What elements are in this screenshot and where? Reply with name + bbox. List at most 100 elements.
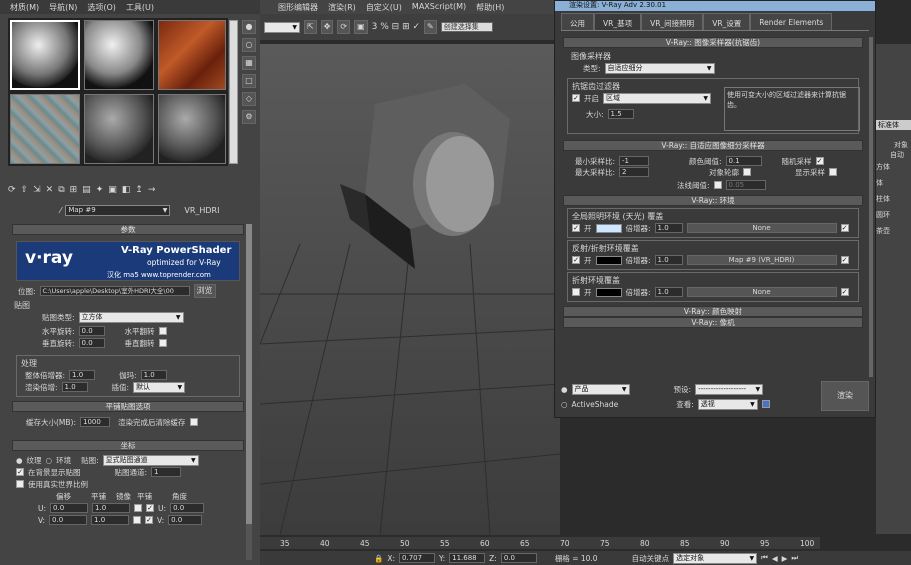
- perspective-viewport[interactable]: [260, 44, 560, 535]
- dialog-scrollbar[interactable]: [869, 37, 873, 377]
- map-channel-spinner[interactable]: 1: [151, 467, 182, 477]
- menu-customize[interactable]: 自定义(U): [366, 2, 402, 12]
- get-material-icon[interactable]: ⟳: [8, 185, 16, 195]
- tab-vr-base[interactable]: VR_基项: [594, 13, 642, 30]
- gi-map-button[interactable]: None: [686, 223, 837, 233]
- show-samples-checkbox[interactable]: [829, 168, 837, 176]
- tab-vr-settings[interactable]: VR_设置: [703, 13, 751, 30]
- real-world-checkbox[interactable]: [16, 480, 24, 488]
- vflip-checkbox[interactable]: [158, 339, 167, 347]
- gamma-spinner[interactable]: 1.0: [140, 370, 167, 380]
- prev-frame-icon[interactable]: ◀: [772, 554, 778, 563]
- image-sampler-header[interactable]: V-Ray:: 图像采样器(抗锯齿): [563, 37, 863, 48]
- next-frame-icon[interactable]: ⏭: [791, 553, 798, 563]
- goto-start-icon[interactable]: ⏮: [761, 553, 768, 563]
- map-channel-select[interactable]: 显式贴图通道: [102, 454, 199, 466]
- normal-thresh-spinner[interactable]: 0.05: [725, 180, 766, 190]
- go-parent-icon[interactable]: ↥: [135, 185, 143, 195]
- preset-select[interactable]: -------------------: [695, 383, 764, 395]
- prim-box[interactable]: 方体: [876, 162, 911, 172]
- slot-3[interactable]: [158, 20, 226, 90]
- clear-cache-checkbox[interactable]: [189, 418, 198, 426]
- refl-map-button[interactable]: Map #9 (VR_HDRI): [686, 255, 837, 265]
- assign-icon[interactable]: ⇲: [33, 185, 41, 195]
- u-tile[interactable]: ✓: [146, 504, 155, 512]
- cache-spinner[interactable]: 1000: [80, 417, 110, 427]
- refr-map-button[interactable]: None: [686, 287, 837, 297]
- tiling-icon[interactable]: □: [242, 74, 256, 88]
- play-icon[interactable]: ▶: [782, 554, 788, 563]
- product-select[interactable]: 产品: [571, 383, 630, 395]
- edit-named-sets-icon[interactable]: ✎: [424, 20, 437, 34]
- lock-icon[interactable]: 🔒: [374, 554, 383, 563]
- bitmap-path[interactable]: C:\Users\apple\Desktop\室外HDRI大全\00: [39, 286, 190, 296]
- refr-color-swatch[interactable]: [595, 287, 622, 297]
- params-header[interactable]: 参数: [12, 224, 244, 235]
- library-icon[interactable]: ▤: [82, 185, 91, 195]
- autokey-label[interactable]: 自动关键点: [632, 553, 670, 564]
- show-bg-checkbox[interactable]: ✓: [16, 468, 24, 476]
- refr-mult-spinner[interactable]: 1.0: [654, 287, 683, 297]
- radio-active-icon[interactable]: ○: [561, 400, 568, 409]
- rotate-icon[interactable]: ⟳: [337, 20, 351, 34]
- go-sibling-icon[interactable]: →: [148, 185, 156, 195]
- color-mapping-header[interactable]: V-Ray:: 颜色映射: [563, 306, 863, 317]
- menu-help[interactable]: 帮助(H): [476, 2, 504, 12]
- z-coord[interactable]: 0.0: [500, 553, 537, 563]
- lock-view-icon[interactable]: [761, 400, 770, 408]
- show-result-icon[interactable]: ◧: [122, 185, 131, 195]
- backlight-icon[interactable]: ○: [242, 38, 256, 52]
- u-tiling[interactable]: 1.0: [92, 503, 131, 513]
- prim-torus[interactable]: 圆环: [876, 210, 911, 220]
- rand-samples-checkbox[interactable]: ✓: [815, 157, 824, 165]
- background-icon[interactable]: ▦: [242, 56, 256, 70]
- menu-rendering[interactable]: 渲染(R): [328, 2, 356, 12]
- gi-on-checkbox[interactable]: ✓: [572, 224, 580, 232]
- sampler-type-select[interactable]: 自适应细分: [604, 62, 715, 74]
- video-check-icon[interactable]: ◇: [242, 92, 256, 106]
- prim-teapot[interactable]: 茶壶: [876, 226, 911, 236]
- refr-on-checkbox[interactable]: [572, 288, 580, 296]
- selection-filter[interactable]: [264, 21, 300, 33]
- radio-env-icon[interactable]: ○: [46, 456, 53, 465]
- map-type-button[interactable]: VR_HDRI: [174, 206, 219, 215]
- effects-icon[interactable]: ✦: [96, 185, 104, 195]
- v-tiling[interactable]: 1.0: [91, 515, 130, 525]
- u-mirror[interactable]: [134, 504, 143, 512]
- environment-header[interactable]: V-Ray:: 环境: [563, 195, 863, 206]
- standard-primitives[interactable]: 标准体: [876, 120, 911, 130]
- slot-4[interactable]: [10, 94, 80, 164]
- aa-on-checkbox[interactable]: ✓: [572, 94, 580, 102]
- hflip-checkbox[interactable]: [158, 327, 167, 335]
- u-offset[interactable]: 0.0: [50, 503, 89, 513]
- interp-select[interactable]: 默认: [133, 381, 186, 393]
- x-coord[interactable]: 0.707: [399, 553, 436, 563]
- mat-scrollbar[interactable]: [246, 224, 252, 560]
- slot-2[interactable]: [84, 20, 154, 90]
- overall-spinner[interactable]: 1.0: [69, 370, 96, 380]
- v-mirror[interactable]: [133, 516, 142, 524]
- render-mult-spinner[interactable]: 1.0: [61, 382, 88, 392]
- v-angle[interactable]: 0.0: [168, 515, 203, 525]
- max-rate-spinner[interactable]: 2: [619, 167, 650, 177]
- radio-product-icon[interactable]: ●: [561, 385, 568, 394]
- browse-button[interactable]: 浏览: [193, 284, 216, 298]
- sample-type-icon[interactable]: ●: [242, 20, 256, 34]
- hrot-spinner[interactable]: 0.0: [78, 326, 105, 336]
- v-offset[interactable]: 0.0: [49, 515, 88, 525]
- refl-map-checkbox[interactable]: ✓: [840, 256, 849, 264]
- slot-6[interactable]: [158, 94, 226, 164]
- gi-mult-spinner[interactable]: 1.0: [654, 223, 683, 233]
- slot-1[interactable]: [10, 20, 80, 90]
- tab-common[interactable]: 公用: [561, 13, 594, 30]
- coord-header[interactable]: 坐标: [12, 440, 244, 451]
- slot-5[interactable]: [84, 94, 154, 164]
- vrot-spinner[interactable]: 0.0: [78, 338, 105, 348]
- menu-navigation[interactable]: 导航(N): [49, 2, 77, 12]
- move-icon[interactable]: ✥: [320, 20, 334, 34]
- clr-thresh-spinner[interactable]: 0.1: [725, 156, 762, 166]
- map-type-select[interactable]: 立方体: [78, 311, 184, 323]
- prim-cone[interactable]: 体: [876, 178, 911, 188]
- min-rate-spinner[interactable]: -1: [619, 156, 650, 166]
- camera-header[interactable]: V-Ray:: 像机: [563, 317, 863, 328]
